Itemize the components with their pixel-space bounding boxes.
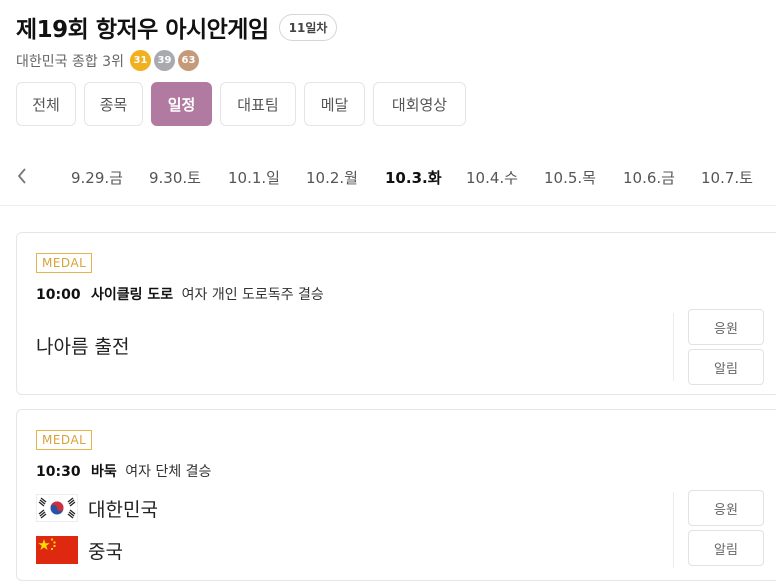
event-time: 10:30 [36, 464, 81, 480]
gold-medal-count: 31 [129, 50, 151, 71]
korea-flag-icon [36, 494, 78, 522]
date-item[interactable]: 10.5.목 [544, 167, 596, 188]
alert-button[interactable]: 알림 [688, 530, 764, 566]
divider [673, 492, 674, 568]
page-title: 제19회 항저우 아시안게임 [16, 17, 269, 43]
date-item[interactable]: 10.2.월 [306, 167, 358, 188]
date-item[interactable]: 9.29.금 [71, 167, 123, 188]
event-info: 10:30 바둑 여자 단체 결승 [36, 461, 211, 481]
date-item-selected[interactable]: 10.3.화 [385, 167, 442, 188]
date-item[interactable]: 10.7.토 [701, 167, 753, 188]
tab-all[interactable]: 전체 [16, 82, 76, 126]
section-tabs: 전체 종목 일정 대표팀 메달 대회영상 [16, 82, 474, 126]
chevron-left-icon [17, 168, 26, 184]
tab-national-team[interactable]: 대표팀 [220, 82, 296, 126]
tab-videos[interactable]: 대회영상 [373, 82, 466, 126]
bronze-medal-count: 63 [177, 50, 199, 71]
day-badge: 11일차 [278, 13, 338, 41]
team-china: 중국 [36, 536, 123, 564]
medal-event-tag: MEDAL [36, 253, 93, 273]
alert-button[interactable]: 알림 [688, 349, 764, 385]
team-name: 중국 [88, 540, 123, 563]
event-time: 10:00 [36, 287, 81, 303]
event-detail: 여자 단체 결승 [125, 464, 212, 480]
event-card: MEDAL 10:00 사이클링 도로 여자 개인 도로독주 결승 나아름 출전… [16, 232, 776, 395]
tab-sports[interactable]: 종목 [84, 82, 143, 126]
games-header: 제19회 항저우 아시안게임 11일차 대한민국 종합 3위 31 39 63 [16, 10, 338, 71]
tab-medals[interactable]: 메달 [304, 82, 365, 126]
player-entry: 나아름 출전 [36, 336, 130, 358]
date-item[interactable]: 10.4.수 [466, 167, 518, 188]
event-detail: 여자 개인 도로독주 결승 [181, 287, 324, 303]
medal-event-tag: MEDAL [36, 430, 93, 450]
silver-medal-count: 39 [153, 50, 175, 71]
date-item[interactable]: 10.6.금 [623, 167, 675, 188]
cheer-button[interactable]: 응원 [688, 490, 764, 526]
cheer-button[interactable]: 응원 [688, 309, 764, 345]
prev-dates-button[interactable] [12, 164, 32, 188]
event-info: 10:00 사이클링 도로 여자 개인 도로독주 결승 [36, 284, 324, 304]
tab-schedule[interactable]: 일정 [151, 82, 212, 126]
event-card: MEDAL 10:30 바둑 여자 단체 결승 대한민국 중국 응원 알림 [16, 409, 776, 581]
date-strip: 9.29.금 9.30.토 10.1.일 10.2.월 10.3.화 10.4.… [0, 150, 776, 206]
event-sport: 사이클링 도로 [91, 287, 174, 303]
team-name: 대한민국 [88, 498, 158, 521]
china-flag-icon [36, 536, 78, 564]
overall-rank: 대한민국 종합 3위 [16, 53, 124, 70]
team-korea: 대한민국 [36, 494, 158, 522]
date-item[interactable]: 9.30.토 [149, 167, 201, 188]
date-item[interactable]: 10.1.일 [228, 167, 280, 188]
event-sport: 바둑 [91, 464, 117, 480]
divider [673, 313, 674, 381]
